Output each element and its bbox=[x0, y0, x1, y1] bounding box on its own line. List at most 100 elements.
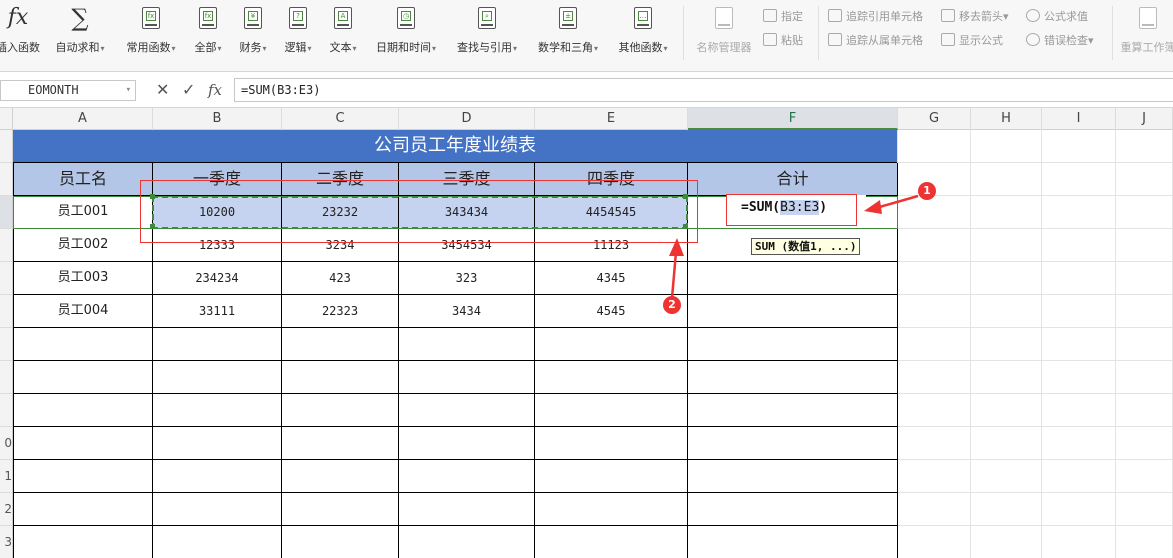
empty-cell[interactable] bbox=[688, 460, 898, 493]
empty-cell[interactable] bbox=[282, 460, 399, 493]
value-cell[interactable]: 12333 bbox=[153, 229, 282, 262]
empty-cell[interactable] bbox=[13, 361, 153, 394]
empty-cell[interactable] bbox=[282, 361, 399, 394]
empty-cell[interactable] bbox=[13, 394, 153, 427]
empty-cell[interactable] bbox=[153, 394, 282, 427]
text-button[interactable]: A 文本▾ bbox=[325, 4, 361, 60]
value-cell[interactable]: 3434 bbox=[399, 295, 535, 328]
empty-cell[interactable] bbox=[153, 493, 282, 526]
header-cell[interactable]: 一季度 bbox=[153, 163, 282, 196]
value-cell[interactable]: 343434 bbox=[399, 196, 535, 229]
empty-cell[interactable] bbox=[153, 361, 282, 394]
column-header-c[interactable]: C bbox=[282, 108, 399, 130]
value-cell[interactable]: 4454545 bbox=[535, 196, 688, 229]
column-header-h[interactable]: H bbox=[971, 108, 1042, 130]
total-cell[interactable] bbox=[688, 295, 898, 328]
row-header[interactable]: 0 bbox=[0, 427, 12, 460]
empty-cell[interactable] bbox=[535, 361, 688, 394]
employee-name-cell[interactable]: 员工003 bbox=[13, 262, 153, 295]
name-box[interactable]: EOMONTH ▾ bbox=[0, 80, 136, 101]
empty-cell[interactable] bbox=[688, 328, 898, 361]
empty-cell[interactable] bbox=[153, 460, 282, 493]
empty-cell[interactable] bbox=[13, 460, 153, 493]
row-header[interactable] bbox=[0, 328, 12, 361]
math-trig-button[interactable]: ± 数学和三角▾ bbox=[532, 4, 604, 60]
sheet-grid[interactable]: 公司员工年度业绩表 员工名 一季度 二季度 三季度 四季度 合计 员工001 10200 232… bbox=[13, 130, 1173, 558]
autosum-button[interactable]: ∑ 自动求和▾ bbox=[52, 4, 108, 60]
value-cell[interactable]: 23232 bbox=[282, 196, 399, 229]
empty-cell[interactable] bbox=[13, 328, 153, 361]
empty-cell[interactable] bbox=[13, 526, 153, 558]
employee-name-cell[interactable]: 员工004 bbox=[13, 295, 153, 328]
finance-button[interactable]: ¥ 财务▾ bbox=[235, 4, 271, 60]
name-manager-button[interactable]: 名称管理器 bbox=[692, 4, 756, 60]
empty-cell[interactable] bbox=[688, 493, 898, 526]
empty-cell[interactable] bbox=[688, 427, 898, 460]
column-header-b[interactable]: B bbox=[153, 108, 282, 130]
empty-cell[interactable] bbox=[282, 328, 399, 361]
empty-cell[interactable] bbox=[535, 493, 688, 526]
row-header[interactable] bbox=[0, 361, 12, 394]
specify-button[interactable]: 指定 bbox=[763, 8, 803, 26]
cancel-icon[interactable]: ✕ bbox=[156, 80, 169, 100]
empty-cell[interactable] bbox=[399, 361, 535, 394]
header-cell[interactable]: 员工名 bbox=[13, 163, 153, 196]
insert-function-button[interactable]: fx 插入函数 bbox=[0, 4, 44, 60]
empty-cell[interactable] bbox=[13, 493, 153, 526]
empty-cell[interactable] bbox=[688, 361, 898, 394]
paste-name-button[interactable]: 粘贴 bbox=[763, 32, 803, 50]
value-cell[interactable]: 3234 bbox=[282, 229, 399, 262]
recalc-workbook-button[interactable]: 重算工作簿 bbox=[1118, 4, 1173, 60]
empty-cell[interactable] bbox=[153, 328, 282, 361]
empty-cell[interactable] bbox=[13, 427, 153, 460]
row-header[interactable] bbox=[0, 163, 12, 196]
evaluate-formula-button[interactable]: 公式求值 bbox=[1026, 8, 1088, 26]
value-cell[interactable]: 22323 bbox=[282, 295, 399, 328]
select-all-corner[interactable] bbox=[0, 108, 13, 130]
empty-cell[interactable] bbox=[282, 493, 399, 526]
header-cell[interactable]: 合计 bbox=[688, 163, 898, 196]
header-cell[interactable]: 二季度 bbox=[282, 163, 399, 196]
datetime-button[interactable]: ◷ 日期和时间▾ bbox=[370, 4, 442, 60]
empty-cell[interactable] bbox=[153, 526, 282, 558]
empty-cell[interactable] bbox=[399, 493, 535, 526]
fx-icon[interactable]: fx bbox=[208, 80, 222, 100]
row-header[interactable] bbox=[0, 196, 12, 229]
common-functions-button[interactable]: fx 常用函数▾ bbox=[121, 4, 181, 60]
value-cell[interactable]: 10200 bbox=[153, 196, 282, 229]
empty-cell[interactable] bbox=[399, 328, 535, 361]
trace-dependents-button[interactable]: 追踪从属单元格 bbox=[828, 32, 923, 50]
value-cell[interactable]: 11123 bbox=[535, 229, 688, 262]
lookup-reference-button[interactable]: ⌕ 查找与引用▾ bbox=[451, 4, 523, 60]
row-header[interactable]: 1 bbox=[0, 460, 12, 493]
row-header[interactable] bbox=[0, 130, 12, 163]
remove-arrows-button[interactable]: 移去箭头▾ bbox=[941, 8, 1009, 26]
all-functions-button[interactable]: fx 全部▾ bbox=[190, 4, 226, 60]
editing-cell-f3[interactable]: =SUM(B3:E3) bbox=[726, 195, 866, 225]
error-check-button[interactable]: 错误检查▾ bbox=[1026, 32, 1094, 50]
trace-precedents-button[interactable]: 追踪引用单元格 bbox=[828, 8, 923, 26]
column-header-d[interactable]: D bbox=[399, 108, 535, 130]
other-functions-button[interactable]: … 其他函数▾ bbox=[612, 4, 674, 60]
empty-cell[interactable] bbox=[535, 427, 688, 460]
column-header-e[interactable]: E bbox=[535, 108, 688, 130]
column-header-i[interactable]: I bbox=[1042, 108, 1116, 130]
sheet-title-cell[interactable]: 公司员工年度业绩表 bbox=[13, 130, 898, 163]
empty-cell[interactable] bbox=[399, 526, 535, 558]
empty-cell[interactable] bbox=[535, 526, 688, 558]
header-cell[interactable]: 四季度 bbox=[535, 163, 688, 196]
column-header-a[interactable]: A bbox=[13, 108, 153, 130]
value-cell[interactable]: 3454534 bbox=[399, 229, 535, 262]
empty-cell[interactable] bbox=[688, 526, 898, 558]
empty-cell[interactable] bbox=[535, 328, 688, 361]
header-cell[interactable]: 三季度 bbox=[399, 163, 535, 196]
row-header[interactable]: 3 bbox=[0, 526, 12, 558]
empty-cell[interactable] bbox=[399, 394, 535, 427]
row-header[interactable]: 2 bbox=[0, 493, 12, 526]
row-header[interactable] bbox=[0, 262, 12, 295]
row-header[interactable] bbox=[0, 295, 12, 328]
value-cell[interactable]: 323 bbox=[399, 262, 535, 295]
empty-cell[interactable] bbox=[399, 460, 535, 493]
value-cell[interactable]: 4345 bbox=[535, 262, 688, 295]
empty-cell[interactable] bbox=[282, 427, 399, 460]
